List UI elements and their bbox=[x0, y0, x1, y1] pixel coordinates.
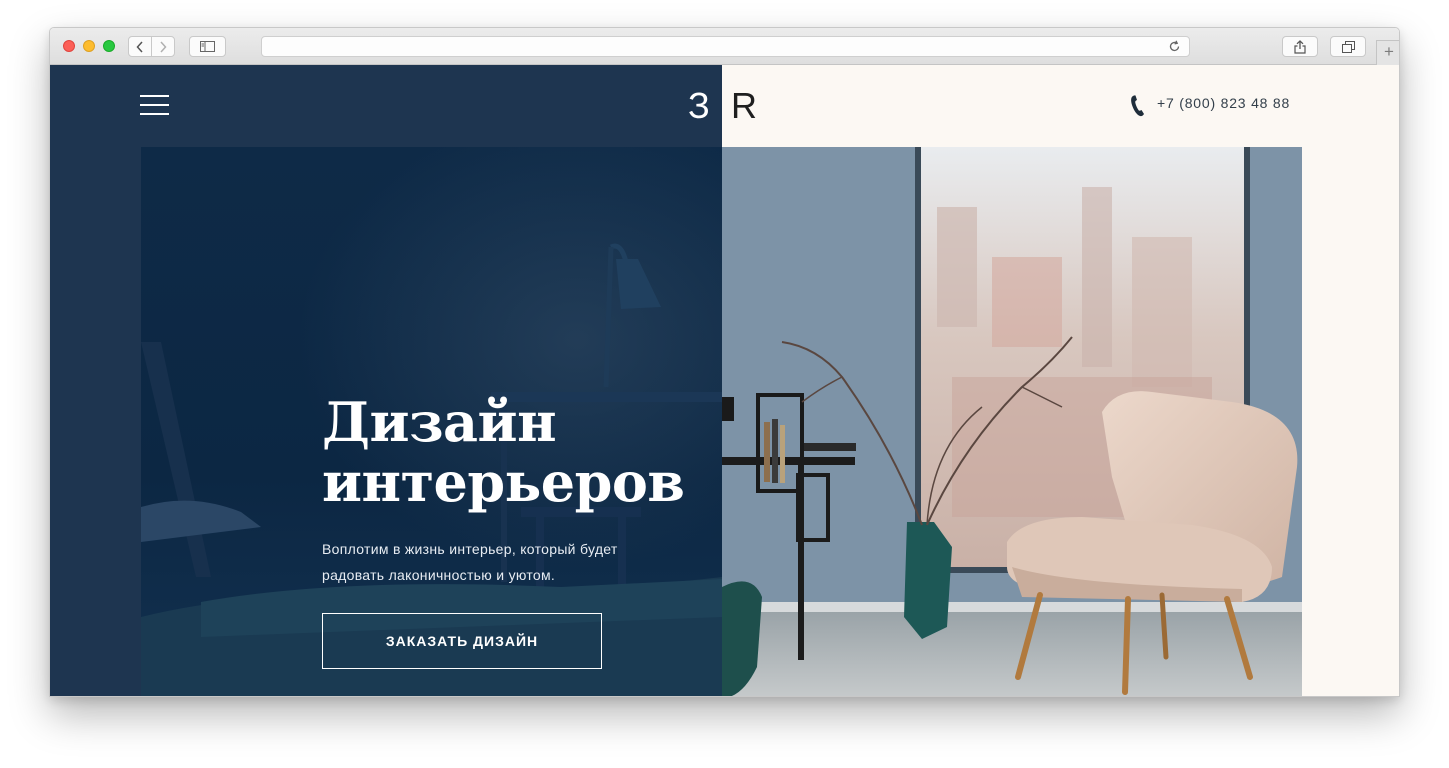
interior-photo bbox=[722, 147, 1302, 696]
address-bar[interactable] bbox=[261, 36, 1190, 57]
share-button[interactable] bbox=[1282, 36, 1318, 57]
web-page: З R +7 (800) 823 48 88 Дизайн интерьеров… bbox=[50, 65, 1399, 696]
logo-right-glyph[interactable]: R bbox=[731, 85, 757, 127]
hero-subtitle-line2: радовать лаконичностью и уютом. bbox=[322, 567, 556, 583]
hero-photo bbox=[722, 147, 1302, 696]
tabs-button[interactable] bbox=[1330, 36, 1366, 57]
hero-dark-panel: Дизайн интерьеров Воплотим в жизнь интер… bbox=[141, 147, 722, 696]
logo-left-glyph[interactable]: З bbox=[688, 85, 711, 127]
reload-icon[interactable] bbox=[1168, 40, 1181, 53]
sidebar-button[interactable] bbox=[189, 36, 226, 57]
forward-button[interactable] bbox=[151, 36, 175, 57]
menu-icon[interactable] bbox=[140, 95, 169, 117]
order-design-button[interactable]: ЗАКАЗАТЬ ДИЗАЙН bbox=[322, 613, 602, 669]
sidebar-icon bbox=[200, 41, 215, 52]
new-tab-button[interactable]: + bbox=[1376, 40, 1399, 65]
hero-title-line1: Дизайн bbox=[322, 390, 557, 454]
phone-number[interactable]: +7 (800) 823 48 88 bbox=[1157, 95, 1290, 111]
zoom-window-button[interactable] bbox=[103, 40, 115, 52]
browser-window: + З R +7 (800) 823 48 88 Дизайн интерьер… bbox=[49, 27, 1400, 697]
hero-subtitle-line1: Воплотим в жизнь интерьер, который будет bbox=[322, 541, 618, 557]
back-icon bbox=[136, 40, 143, 53]
minimize-window-button[interactable] bbox=[83, 40, 95, 52]
browser-toolbar: + bbox=[50, 28, 1399, 65]
tabs-icon bbox=[1341, 40, 1355, 53]
share-icon bbox=[1294, 39, 1306, 54]
close-window-button[interactable] bbox=[63, 40, 75, 52]
forward-icon bbox=[160, 40, 167, 53]
hero-title: Дизайн интерьеров bbox=[322, 392, 722, 512]
hero-title-line2: интерьеров bbox=[322, 450, 685, 514]
hero-subtitle: Воплотим в жизнь интерьер, который будет… bbox=[322, 536, 682, 588]
back-button[interactable] bbox=[128, 36, 152, 57]
phone-icon bbox=[1131, 95, 1144, 117]
